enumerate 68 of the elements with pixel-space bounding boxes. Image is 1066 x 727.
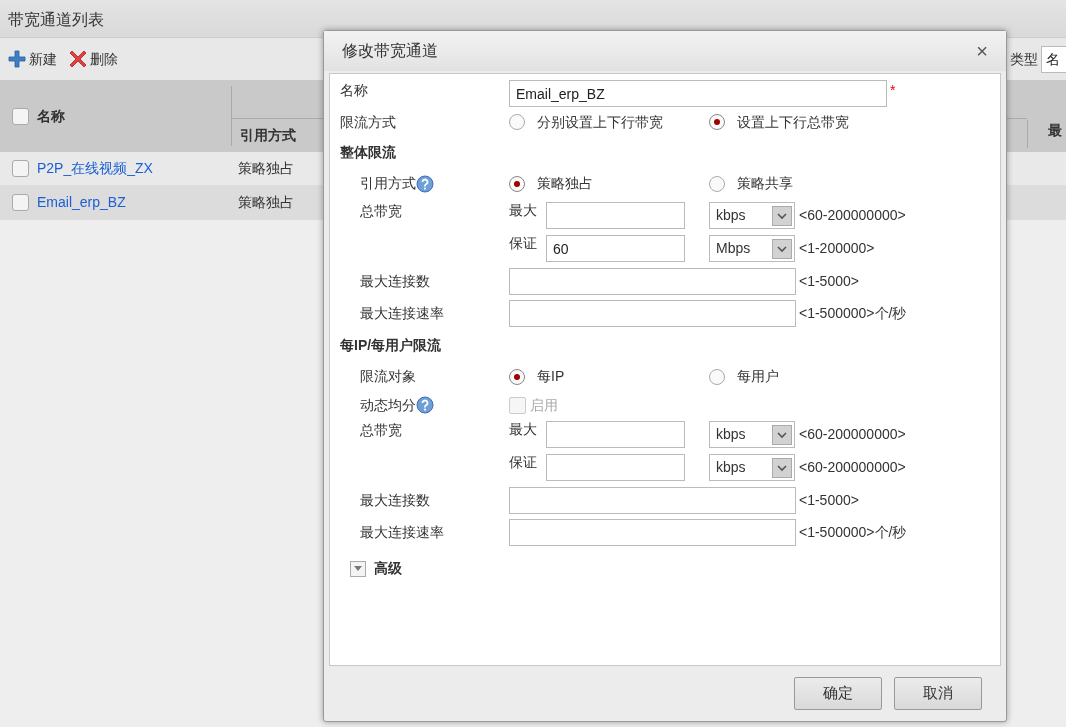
range-hint: <1-5000>: [799, 490, 859, 510]
field-label: 动态均分: [360, 395, 416, 415]
unit-select[interactable]: Mbps: [709, 235, 795, 262]
filter-select[interactable]: 名: [1041, 45, 1066, 73]
channel-link[interactable]: P2P_在线视频_ZX: [37, 158, 153, 179]
advanced-toggle[interactable]: 高级: [350, 558, 1000, 579]
delete-button[interactable]: 删除: [69, 48, 118, 70]
field-label: 保证: [509, 453, 538, 472]
column-header: 最: [1047, 121, 1063, 140]
radio-option[interactable]: 每用户: [709, 366, 909, 387]
channel-link[interactable]: Email_erp_BZ: [37, 192, 126, 213]
field-label: 最大: [509, 420, 538, 439]
radio-option[interactable]: 设置上下行总带宽: [709, 111, 909, 133]
range-hint: <60-200000000>: [799, 425, 906, 444]
required-mark: *: [890, 81, 896, 100]
field-label: 最大连接速率: [360, 303, 444, 323]
text-field[interactable]: [546, 202, 685, 229]
unit-select[interactable]: kbps: [709, 421, 795, 448]
range-hint: <60-200000000>: [799, 206, 906, 225]
cancel-button[interactable]: 取消: [894, 677, 982, 710]
text-field[interactable]: [546, 454, 685, 481]
field-label: 最大连接数: [360, 490, 430, 510]
field-label: 最大连接数: [360, 271, 430, 291]
column-header: 引用方式: [239, 126, 297, 145]
field-label: 最大: [509, 201, 538, 220]
text-field[interactable]: [546, 421, 685, 448]
field-label: 总带宽: [360, 202, 402, 221]
radio-option[interactable]: 策略共享: [709, 173, 909, 194]
table-cell-text: 策略独占: [238, 159, 294, 178]
close-button[interactable]: ×: [972, 41, 992, 61]
section-heading: 每IP/每用户限流: [340, 335, 443, 355]
text-field[interactable]: Email_erp_BZ: [509, 80, 887, 107]
field-label: 限流方式: [340, 112, 396, 132]
range-hint: <1-200000>: [799, 239, 875, 258]
caret-icon: [350, 560, 366, 577]
range-hint: <60-200000000>: [799, 458, 906, 477]
section-heading: 整体限流: [340, 142, 397, 162]
delete-icon: [69, 50, 87, 68]
new-button[interactable]: 新建: [8, 48, 57, 70]
column-header: 名称: [37, 106, 65, 126]
filter-label: 类型: [1010, 49, 1038, 69]
range-hint: <1-500000>个/秒: [799, 303, 907, 323]
radio-option[interactable]: 每IP: [509, 366, 709, 387]
text-field[interactable]: 60: [546, 235, 685, 262]
field-label: 限流对象: [360, 367, 416, 386]
text-field[interactable]: [509, 518, 796, 546]
field-label: 引用方式: [360, 174, 416, 193]
radio-option[interactable]: 策略独占: [509, 173, 709, 194]
text-field[interactable]: [509, 486, 796, 514]
select-all-checkbox[interactable]: [12, 107, 29, 125]
dialog-title: 修改带宽通道: [342, 41, 438, 61]
text-field[interactable]: [509, 267, 796, 295]
range-hint: <1-500000>个/秒: [799, 522, 907, 542]
row-checkbox[interactable]: [12, 160, 29, 177]
unit-select[interactable]: kbps: [709, 202, 795, 229]
field-label: 最大连接速率: [360, 522, 444, 542]
plus-icon: [8, 50, 26, 68]
range-hint: <1-5000>: [799, 271, 859, 291]
field-label: 保证: [509, 234, 538, 253]
field-label: 总带宽: [360, 421, 402, 440]
enable-checkbox: 启用: [509, 394, 558, 416]
radio-option[interactable]: 分别设置上下行带宽: [509, 111, 709, 133]
text-field[interactable]: [509, 299, 796, 327]
unit-select[interactable]: kbps: [709, 454, 795, 481]
field-label: 名称: [340, 81, 368, 100]
ok-button[interactable]: 确定: [794, 677, 882, 710]
table-cell-text: 策略独占: [238, 193, 294, 212]
row-checkbox[interactable]: [12, 194, 29, 211]
